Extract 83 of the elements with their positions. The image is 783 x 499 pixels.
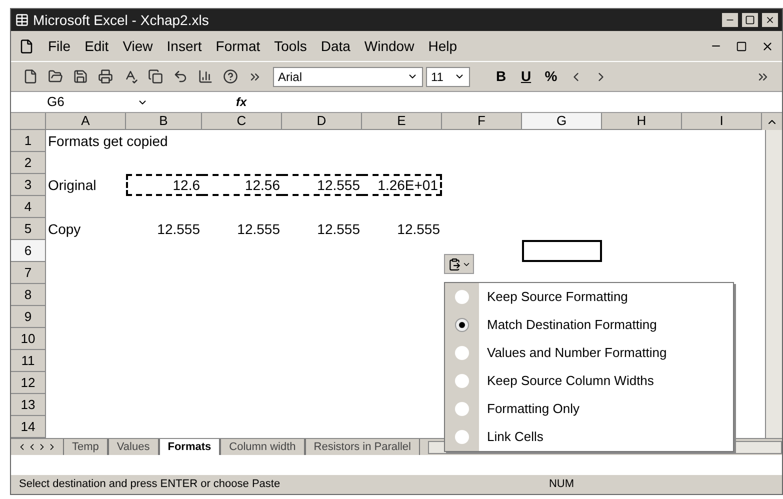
paste-option[interactable]: Formatting Only xyxy=(445,395,733,423)
restore-icon[interactable] xyxy=(736,40,747,52)
row-header[interactable]: 5 xyxy=(11,218,46,240)
close-icon xyxy=(765,15,775,25)
menu-item[interactable]: View xyxy=(122,36,153,56)
row-header[interactable]: 10 xyxy=(11,328,46,350)
paste-options-button[interactable] xyxy=(444,254,474,274)
sheet-tab[interactable]: Values xyxy=(108,439,159,455)
close-button[interactable] xyxy=(762,13,778,27)
paste-option[interactable]: Link Cells xyxy=(445,423,733,451)
clipboard-icon xyxy=(448,258,460,270)
paste-option[interactable]: Keep Source Formatting xyxy=(445,283,733,311)
excel-icon xyxy=(15,13,29,27)
sheet-tab[interactable]: Resistors in Parallel xyxy=(304,439,420,455)
menu-item[interactable]: File xyxy=(48,36,71,56)
column-header[interactable]: G xyxy=(522,113,602,130)
window-title: Microsoft Excel - Xchap2.xls xyxy=(33,10,209,30)
column-header[interactable]: F xyxy=(442,113,522,130)
column-header[interactable]: E xyxy=(362,113,442,130)
format-button[interactable]: U xyxy=(515,66,537,88)
row-header[interactable]: 12 xyxy=(11,372,46,394)
paste-option[interactable]: Values and Number Formatting xyxy=(445,339,733,367)
cell-value: 12.56 xyxy=(244,176,280,194)
cell-value: 12.555 xyxy=(317,220,360,238)
cell-text: Copy xyxy=(48,220,81,239)
column-header[interactable]: B xyxy=(126,113,202,130)
menu-item[interactable]: Data xyxy=(320,36,350,56)
radio-button[interactable] xyxy=(455,374,469,388)
row-header[interactable]: 4 xyxy=(11,196,46,218)
row-header[interactable]: 9 xyxy=(11,306,46,328)
cell-value: 12.555 xyxy=(157,220,200,238)
font-dropdown[interactable]: Arial xyxy=(273,66,423,86)
column-header[interactable]: A xyxy=(46,113,126,130)
column-header[interactable]: C xyxy=(202,113,282,130)
maximize-icon xyxy=(745,15,755,25)
radio-button[interactable] xyxy=(455,402,469,416)
cell-value: 12.6 xyxy=(172,176,200,194)
font-size-dropdown[interactable]: 11 xyxy=(426,66,470,86)
radio-button[interactable] xyxy=(455,346,469,360)
document-icon xyxy=(19,38,34,54)
paste-option[interactable]: Keep Source Column Widths xyxy=(445,367,733,395)
radio-button[interactable] xyxy=(455,318,469,332)
sheet-tab[interactable]: Temp xyxy=(63,439,108,455)
selected-cell[interactable] xyxy=(522,240,602,262)
menu-item[interactable]: Window xyxy=(364,36,414,56)
name-box[interactable]: G6 xyxy=(19,93,129,111)
cell-value: 12.555 xyxy=(317,176,360,194)
menu-item[interactable]: Edit xyxy=(84,36,109,56)
paste-option[interactable]: Match Destination Formatting xyxy=(445,311,733,339)
row-header[interactable]: 8 xyxy=(11,284,46,306)
vertical-scrollbar[interactable] xyxy=(765,130,782,438)
radio-button[interactable] xyxy=(455,430,469,444)
column-header[interactable]: I xyxy=(682,113,762,130)
cell-text: Original xyxy=(48,176,96,195)
close-icon[interactable] xyxy=(761,40,774,52)
row-header[interactable]: 1 xyxy=(11,130,46,152)
cell-value: 12.555 xyxy=(397,220,440,238)
cell-value: 1.26E+01 xyxy=(378,176,438,194)
status-message: Select destination and press ENTER or choose Paste xyxy=(19,477,280,492)
menu-item[interactable]: Insert xyxy=(166,36,202,56)
menu-item[interactable]: Help xyxy=(428,36,457,56)
row-header[interactable]: 2 xyxy=(11,152,46,174)
function-label: fx xyxy=(236,94,247,111)
cell-text: Formats get copied xyxy=(48,132,168,151)
column-header[interactable]: D xyxy=(282,113,362,130)
num-lock-indicator: NUM xyxy=(548,477,574,492)
column-header[interactable]: H xyxy=(602,113,682,130)
minimize-button[interactable] xyxy=(722,13,738,27)
sheet-tab[interactable]: Formats xyxy=(158,439,220,455)
radio-button[interactable] xyxy=(455,290,469,304)
maximize-button[interactable] xyxy=(742,13,758,27)
row-header[interactable]: 13 xyxy=(11,394,46,416)
row-header[interactable]: 7 xyxy=(11,262,46,284)
sheet-tab[interactable]: Column width xyxy=(220,439,305,455)
format-button[interactable]: % xyxy=(540,66,562,88)
row-header[interactable]: 6 xyxy=(11,240,46,262)
format-button[interactable]: B xyxy=(490,66,512,88)
menu-item[interactable]: Tools xyxy=(274,36,307,56)
row-header[interactable]: 11 xyxy=(11,350,46,372)
menu-item[interactable]: Format xyxy=(216,36,260,56)
row-header[interactable]: 3 xyxy=(11,174,46,196)
cell-value: 12.555 xyxy=(237,220,280,238)
row-header[interactable]: 14 xyxy=(11,416,46,438)
